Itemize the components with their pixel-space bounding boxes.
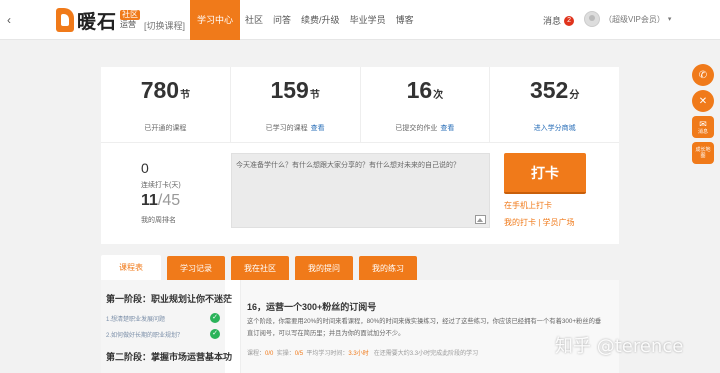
nav-qa[interactable]: 问答: [268, 0, 296, 40]
message-button[interactable]: ✉ 消息: [692, 116, 714, 138]
practice-progress-value: 0/5: [294, 351, 304, 357]
stage-2-title[interactable]: 第二阶段：掌握市场运营基本功: [106, 350, 232, 363]
floating-sidebar: ✆ ✕ ✉ 消息 成长地图: [692, 64, 714, 168]
logo-mark-icon: [56, 8, 74, 32]
nav-graduates[interactable]: 毕业学员: [345, 0, 391, 40]
stage-1-title[interactable]: 第一阶段：职业规划让你不迷茫: [106, 292, 232, 305]
stat-unit: 分: [569, 90, 580, 101]
nav-community[interactable]: 社区: [240, 0, 268, 40]
checkin-button[interactable]: 打卡: [504, 153, 586, 194]
messages-link[interactable]: 消息 2: [543, 14, 575, 27]
tab-my-practice[interactable]: 我的练习: [359, 256, 417, 280]
stage-sidebar: 第一阶段：职业规划让你不迷茫 1.想清楚职业发展问题 ✓ 2.如何做好长期的职业…: [101, 280, 232, 373]
user-membership-label: （超级VIP会员）: [604, 14, 665, 24]
logo-subtitle: 社区 运营: [120, 10, 141, 30]
watermark: 知乎 @terence: [555, 336, 684, 357]
stat-value: 780: [140, 77, 180, 103]
checkin-card: 0 连续打卡(天) 11/45 我的周排名 今天准备学什么？有什么想跟大家分享的…: [101, 142, 619, 244]
logo-school: 运营: [120, 20, 137, 29]
image-upload-icon[interactable]: [475, 215, 486, 224]
checkin-links: 我的打卡 | 学员广场: [504, 217, 575, 228]
stats-card: 780节 已开通的课程 159节 已学习的课程 查看 16次 已提交的作业 查看 3…: [101, 67, 619, 142]
stage-1-item-2[interactable]: 2.如何做好长期的职业规划？ ✓: [106, 329, 220, 339]
stat-value: 159: [270, 77, 309, 103]
stat-unit: 节: [180, 90, 191, 101]
tab-my-questions[interactable]: 我的提问: [295, 256, 353, 280]
lesson-description: 这个阶段，你需要用20%的时间来看课程，80%的时间来做实操练习，经过了这些练习…: [247, 318, 602, 337]
rank-total: /45: [157, 192, 181, 209]
nav-renew-upgrade[interactable]: 续费/升级: [296, 0, 345, 40]
stage-item-label: 1.想清楚职业发展问题: [106, 316, 166, 323]
avg-time-value: 3.3小时: [348, 351, 369, 357]
growth-map-button[interactable]: 成长地图: [692, 142, 714, 164]
credit-mall-link[interactable]: 进入学分商城: [490, 123, 619, 133]
stat-unit: 节: [309, 90, 320, 101]
view-homework-link[interactable]: 查看: [440, 125, 454, 132]
messages-label: 消息: [543, 16, 562, 26]
close-icon[interactable]: ✕: [692, 90, 714, 112]
stat-value: 16: [406, 77, 433, 103]
lesson-detail: 16，运营一个300+粉丝的订阅号 这个阶段，你需要用20%的时间来看课程，80…: [240, 280, 619, 373]
logo-text: 暖石: [77, 10, 118, 33]
top-navigation-bar: ‹ 暖石 社区 运营 [切换课程] 学习中心 社区 问答 续费/升级 毕业学员 …: [0, 0, 720, 40]
phone-icon[interactable]: ✆: [692, 64, 714, 86]
check-icon: ✓: [210, 329, 220, 339]
stat-credits: 352分 进入学分商城: [490, 67, 619, 142]
stat-caption: 已开通的课程: [144, 125, 187, 132]
stat-learned-courses: 159节 已学习的课程 查看: [231, 67, 361, 142]
lesson-title[interactable]: 16，运营一个300+粉丝的订阅号: [247, 300, 376, 313]
course-area: 第一阶段：职业规划让你不迷茫 1.想清楚职业发展问题 ✓ 2.如何做好长期的职业…: [101, 280, 619, 373]
logo-badge: 社区: [120, 10, 141, 20]
stat-opened-courses: 780节 已开通的课程: [101, 67, 231, 142]
streak-days-value: 0: [141, 160, 149, 176]
logo[interactable]: 暖石 社区 运营 [切换课程]: [56, 6, 185, 34]
messages-count-badge: 2: [564, 15, 575, 26]
weekly-rank-label: 我的周排名: [141, 217, 176, 224]
streak-days-label: 连续打卡(天): [141, 182, 181, 189]
main-nav: 学习中心 社区 问答 续费/升级 毕业学员 博客: [190, 0, 419, 40]
switch-course-link[interactable]: [切换课程]: [144, 19, 185, 32]
course-progress-label: 课程：: [247, 351, 266, 357]
learning-tabs: 课程表 学习记录 我在社区 我的提问 我的练习: [101, 255, 619, 280]
message-button-label: 消息: [697, 128, 708, 135]
nav-blog[interactable]: 博客: [391, 0, 419, 40]
check-icon: ✓: [210, 313, 220, 323]
stat-caption: 已学习的课程: [265, 125, 308, 132]
checkin-placeholder: 今天准备学什么？有什么想跟大家分享的？有什么想对未来的自己说的？: [236, 162, 460, 169]
stat-submitted-homework: 16次 已提交的作业 查看: [361, 67, 491, 142]
stat-value: 352: [529, 77, 569, 103]
stage-1-item-1[interactable]: 1.想清楚职业发展问题 ✓: [106, 313, 220, 323]
back-icon[interactable]: ‹: [0, 0, 18, 40]
avg-time-label: 平均学习时间：: [306, 351, 349, 357]
tab-schedule[interactable]: 课程表: [101, 255, 161, 280]
stat-unit: 次: [433, 90, 444, 101]
mobile-checkin-link[interactable]: 在手机上打卡: [504, 200, 552, 211]
weekly-rank-value: 11/45: [141, 192, 180, 210]
user-menu[interactable]: （超级VIP会员） ▾: [584, 11, 671, 27]
nav-learning-center[interactable]: 学习中心: [190, 0, 241, 40]
checkin-textarea[interactable]: 今天准备学什么？有什么想跟大家分享的？有什么想对未来的自己说的？: [231, 153, 490, 228]
remaining-time-note: 在还需要大约3.3小时完成此阶段的学习: [373, 351, 479, 357]
stat-caption: 已提交的作业: [395, 125, 438, 132]
my-checkin-link[interactable]: 我的打卡: [504, 218, 536, 227]
lesson-meta: 课程：0/0 实操：0/5 平均学习时间：3.3小时 在还需要大约3.3小时完成…: [247, 348, 478, 357]
tab-community[interactable]: 我在社区: [231, 256, 289, 280]
student-square-link[interactable]: 学员广场: [543, 218, 575, 227]
mail-icon: ✉: [699, 118, 707, 129]
avatar: [584, 11, 600, 27]
practice-progress-label: 实操：: [276, 351, 295, 357]
course-progress-value: 0/0: [265, 351, 274, 357]
stage-item-label: 2.如何做好长期的职业规划？: [106, 332, 184, 339]
chevron-down-icon: ▾: [667, 16, 672, 23]
view-learned-link[interactable]: 查看: [311, 125, 325, 132]
rank-current: 11: [141, 192, 158, 209]
tab-learning-record[interactable]: 学习记录: [167, 256, 225, 280]
